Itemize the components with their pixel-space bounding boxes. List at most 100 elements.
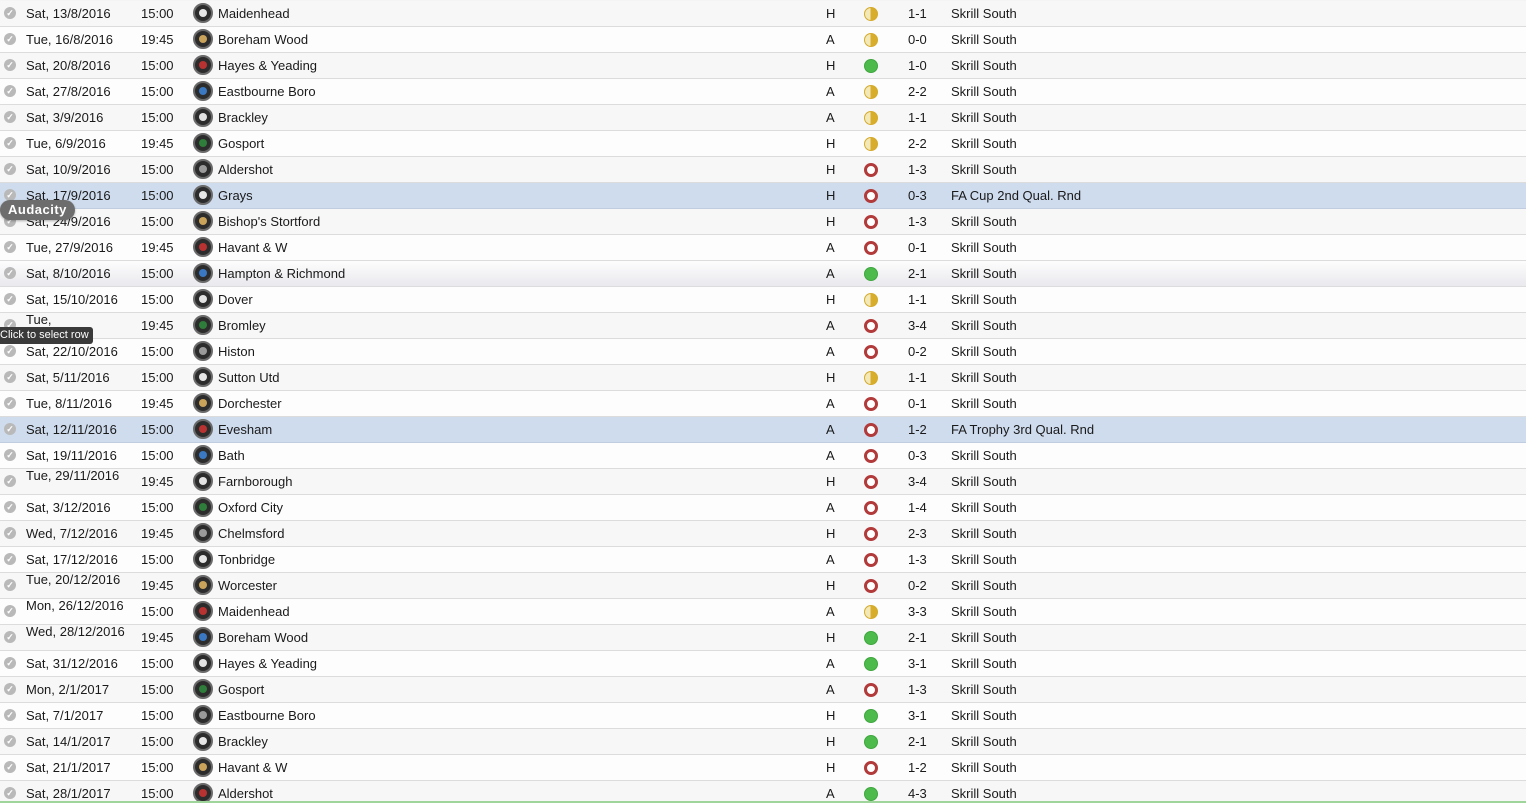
competition[interactable]: Skrill South <box>951 495 1017 520</box>
score[interactable]: 0-1 <box>908 391 927 416</box>
score[interactable]: 1-3 <box>908 209 927 234</box>
score[interactable]: 2-2 <box>908 79 927 104</box>
score[interactable]: 1-2 <box>908 417 927 442</box>
opponent-name[interactable]: Bromley <box>218 313 266 338</box>
opponent-name[interactable]: Havant & W <box>218 755 287 780</box>
check-icon[interactable]: ✓ <box>4 787 16 799</box>
club-crest-icon[interactable] <box>193 211 213 231</box>
score[interactable]: 2-1 <box>908 729 927 754</box>
check-icon[interactable]: ✓ <box>4 527 16 539</box>
club-crest-icon[interactable] <box>193 3 213 23</box>
opponent-name[interactable]: Sutton Utd <box>218 365 279 390</box>
opponent-name[interactable]: Hayes & Yeading <box>218 651 317 676</box>
check-icon[interactable]: ✓ <box>4 7 16 19</box>
score[interactable]: 0-0 <box>908 27 927 52</box>
fixture-row[interactable]: ✓ Sat, 12/11/2016 15:00 Evesham A 1-2 FA Troph… <box>0 417 1526 443</box>
score[interactable]: 2-2 <box>908 131 927 156</box>
opponent-name[interactable]: Boreham Wood <box>218 625 308 650</box>
score[interactable]: 3-1 <box>908 651 927 676</box>
competition[interactable]: Skrill South <box>951 729 1017 754</box>
club-crest-icon[interactable] <box>193 471 213 491</box>
fixture-row[interactable]: ✓ Sat, 20/8/2016 15:00 Hayes & Yeading H 1-0 S… <box>0 53 1526 79</box>
opponent-name[interactable]: Eastbourne Boro <box>218 703 316 728</box>
club-crest-icon[interactable] <box>193 367 213 387</box>
fixture-row[interactable]: ✓ Sat, 13/8/2016 15:00 Maidenhead H 1-1 Skrill… <box>0 1 1526 27</box>
competition[interactable]: Skrill South <box>951 365 1017 390</box>
opponent-name[interactable]: Aldershot <box>218 781 273 801</box>
club-crest-icon[interactable] <box>193 55 213 75</box>
score[interactable]: 3-3 <box>908 599 927 624</box>
check-icon[interactable]: ✓ <box>4 59 16 71</box>
score[interactable]: 1-2 <box>908 755 927 780</box>
competition[interactable]: Skrill South <box>951 391 1017 416</box>
score[interactable]: 3-1 <box>908 703 927 728</box>
competition[interactable]: Skrill South <box>951 781 1017 801</box>
check-icon[interactable]: ✓ <box>4 371 16 383</box>
opponent-name[interactable]: Eastbourne Boro <box>218 79 316 104</box>
check-icon[interactable]: ✓ <box>4 761 16 773</box>
fixture-row[interactable]: ✓ Sat, 8/10/2016 15:00 Hampton & Richmond A 2… <box>0 261 1526 287</box>
check-icon[interactable]: ✓ <box>4 163 16 175</box>
club-crest-icon[interactable] <box>193 393 213 413</box>
score[interactable]: 1-1 <box>908 1 927 26</box>
score[interactable]: 0-2 <box>908 339 927 364</box>
opponent-name[interactable]: Gosport <box>218 677 264 702</box>
opponent-name[interactable]: Havant & W <box>218 235 287 260</box>
opponent-name[interactable]: Gosport <box>218 131 264 156</box>
club-crest-icon[interactable] <box>193 549 213 569</box>
score[interactable]: 0-3 <box>908 443 927 468</box>
club-crest-icon[interactable] <box>193 445 213 465</box>
opponent-name[interactable]: Brackley <box>218 729 268 754</box>
score[interactable]: 0-3 <box>908 183 927 208</box>
fixture-row[interactable]: ✓ Tue, 8/11/2016 19:45 Dorchester A 0-1 Skrill… <box>0 391 1526 417</box>
check-icon[interactable]: ✓ <box>4 345 16 357</box>
competition[interactable]: Skrill South <box>951 131 1017 156</box>
competition[interactable]: Skrill South <box>951 313 1017 338</box>
competition[interactable]: Skrill South <box>951 261 1017 286</box>
fixture-row[interactable]: ✓ Sat, 5/11/2016 15:00 Sutton Utd H 1-1 Skrill… <box>0 365 1526 391</box>
competition[interactable]: FA Cup 2nd Qual. Rnd <box>951 183 1081 208</box>
competition[interactable]: Skrill South <box>951 79 1017 104</box>
opponent-name[interactable]: Bishop's Stortford <box>218 209 320 234</box>
check-icon[interactable]: ✓ <box>4 709 16 721</box>
score[interactable]: 0-2 <box>908 573 927 598</box>
score[interactable]: 4-3 <box>908 781 927 801</box>
check-icon[interactable]: ✓ <box>4 605 16 617</box>
score[interactable]: 0-1 <box>908 235 927 260</box>
check-icon[interactable]: ✓ <box>4 423 16 435</box>
fixture-row[interactable]: ✓ Sat, 15/10/2016 15:00 Dover H 1-1 Skrill Sou… <box>0 287 1526 313</box>
club-crest-icon[interactable] <box>193 263 213 283</box>
club-crest-icon[interactable] <box>193 705 213 725</box>
score[interactable]: 1-4 <box>908 495 927 520</box>
fixture-row[interactable]: ✓ Sat, 14/1/2017 15:00 Brackley H 2-1 Skrill S… <box>0 729 1526 755</box>
fixture-row[interactable]: ✓ Tue, 29/11/2016 19:45 Farnborough H 3-4 Skri… <box>0 469 1526 495</box>
club-crest-icon[interactable] <box>193 29 213 49</box>
score[interactable]: 1-1 <box>908 365 927 390</box>
club-crest-icon[interactable] <box>193 341 213 361</box>
fixture-row[interactable]: ✓ Sat, 3/9/2016 15:00 Brackley A 1-1 Skrill So… <box>0 105 1526 131</box>
fixture-row[interactable]: ✓ Tue, 19:45 Bromley A 3-4 Skrill South <box>0 313 1526 339</box>
competition[interactable]: Skrill South <box>951 209 1017 234</box>
opponent-name[interactable]: Dorchester <box>218 391 282 416</box>
club-crest-icon[interactable] <box>193 627 213 647</box>
competition[interactable]: Skrill South <box>951 235 1017 260</box>
competition[interactable]: Skrill South <box>951 573 1017 598</box>
club-crest-icon[interactable] <box>193 81 213 101</box>
club-crest-icon[interactable] <box>193 497 213 517</box>
competition[interactable]: Skrill South <box>951 469 1017 494</box>
fixture-row[interactable]: ✓ Wed, 28/12/2016 19:45 Boreham Wood H 2-1 Skr… <box>0 625 1526 651</box>
score[interactable]: 1-3 <box>908 547 927 572</box>
check-icon[interactable]: ✓ <box>4 631 16 643</box>
opponent-name[interactable]: Histon <box>218 339 255 364</box>
score[interactable]: 1-1 <box>908 287 927 312</box>
fixture-row[interactable]: ✓ Sat, 21/1/2017 15:00 Havant & W H 1-2 Skrill… <box>0 755 1526 781</box>
fixture-row[interactable]: ✓ Tue, 27/9/2016 19:45 Havant & W A 0-1 Skrill… <box>0 235 1526 261</box>
opponent-name[interactable]: Maidenhead <box>218 599 290 624</box>
fixture-row[interactable]: ✓ Sat, 7/1/2017 15:00 Eastbourne Boro H 3-1 Sk… <box>0 703 1526 729</box>
club-crest-icon[interactable] <box>193 107 213 127</box>
club-crest-icon[interactable] <box>193 653 213 673</box>
club-crest-icon[interactable] <box>193 185 213 205</box>
check-icon[interactable]: ✓ <box>4 85 16 97</box>
club-crest-icon[interactable] <box>193 133 213 153</box>
opponent-name[interactable]: Aldershot <box>218 157 273 182</box>
